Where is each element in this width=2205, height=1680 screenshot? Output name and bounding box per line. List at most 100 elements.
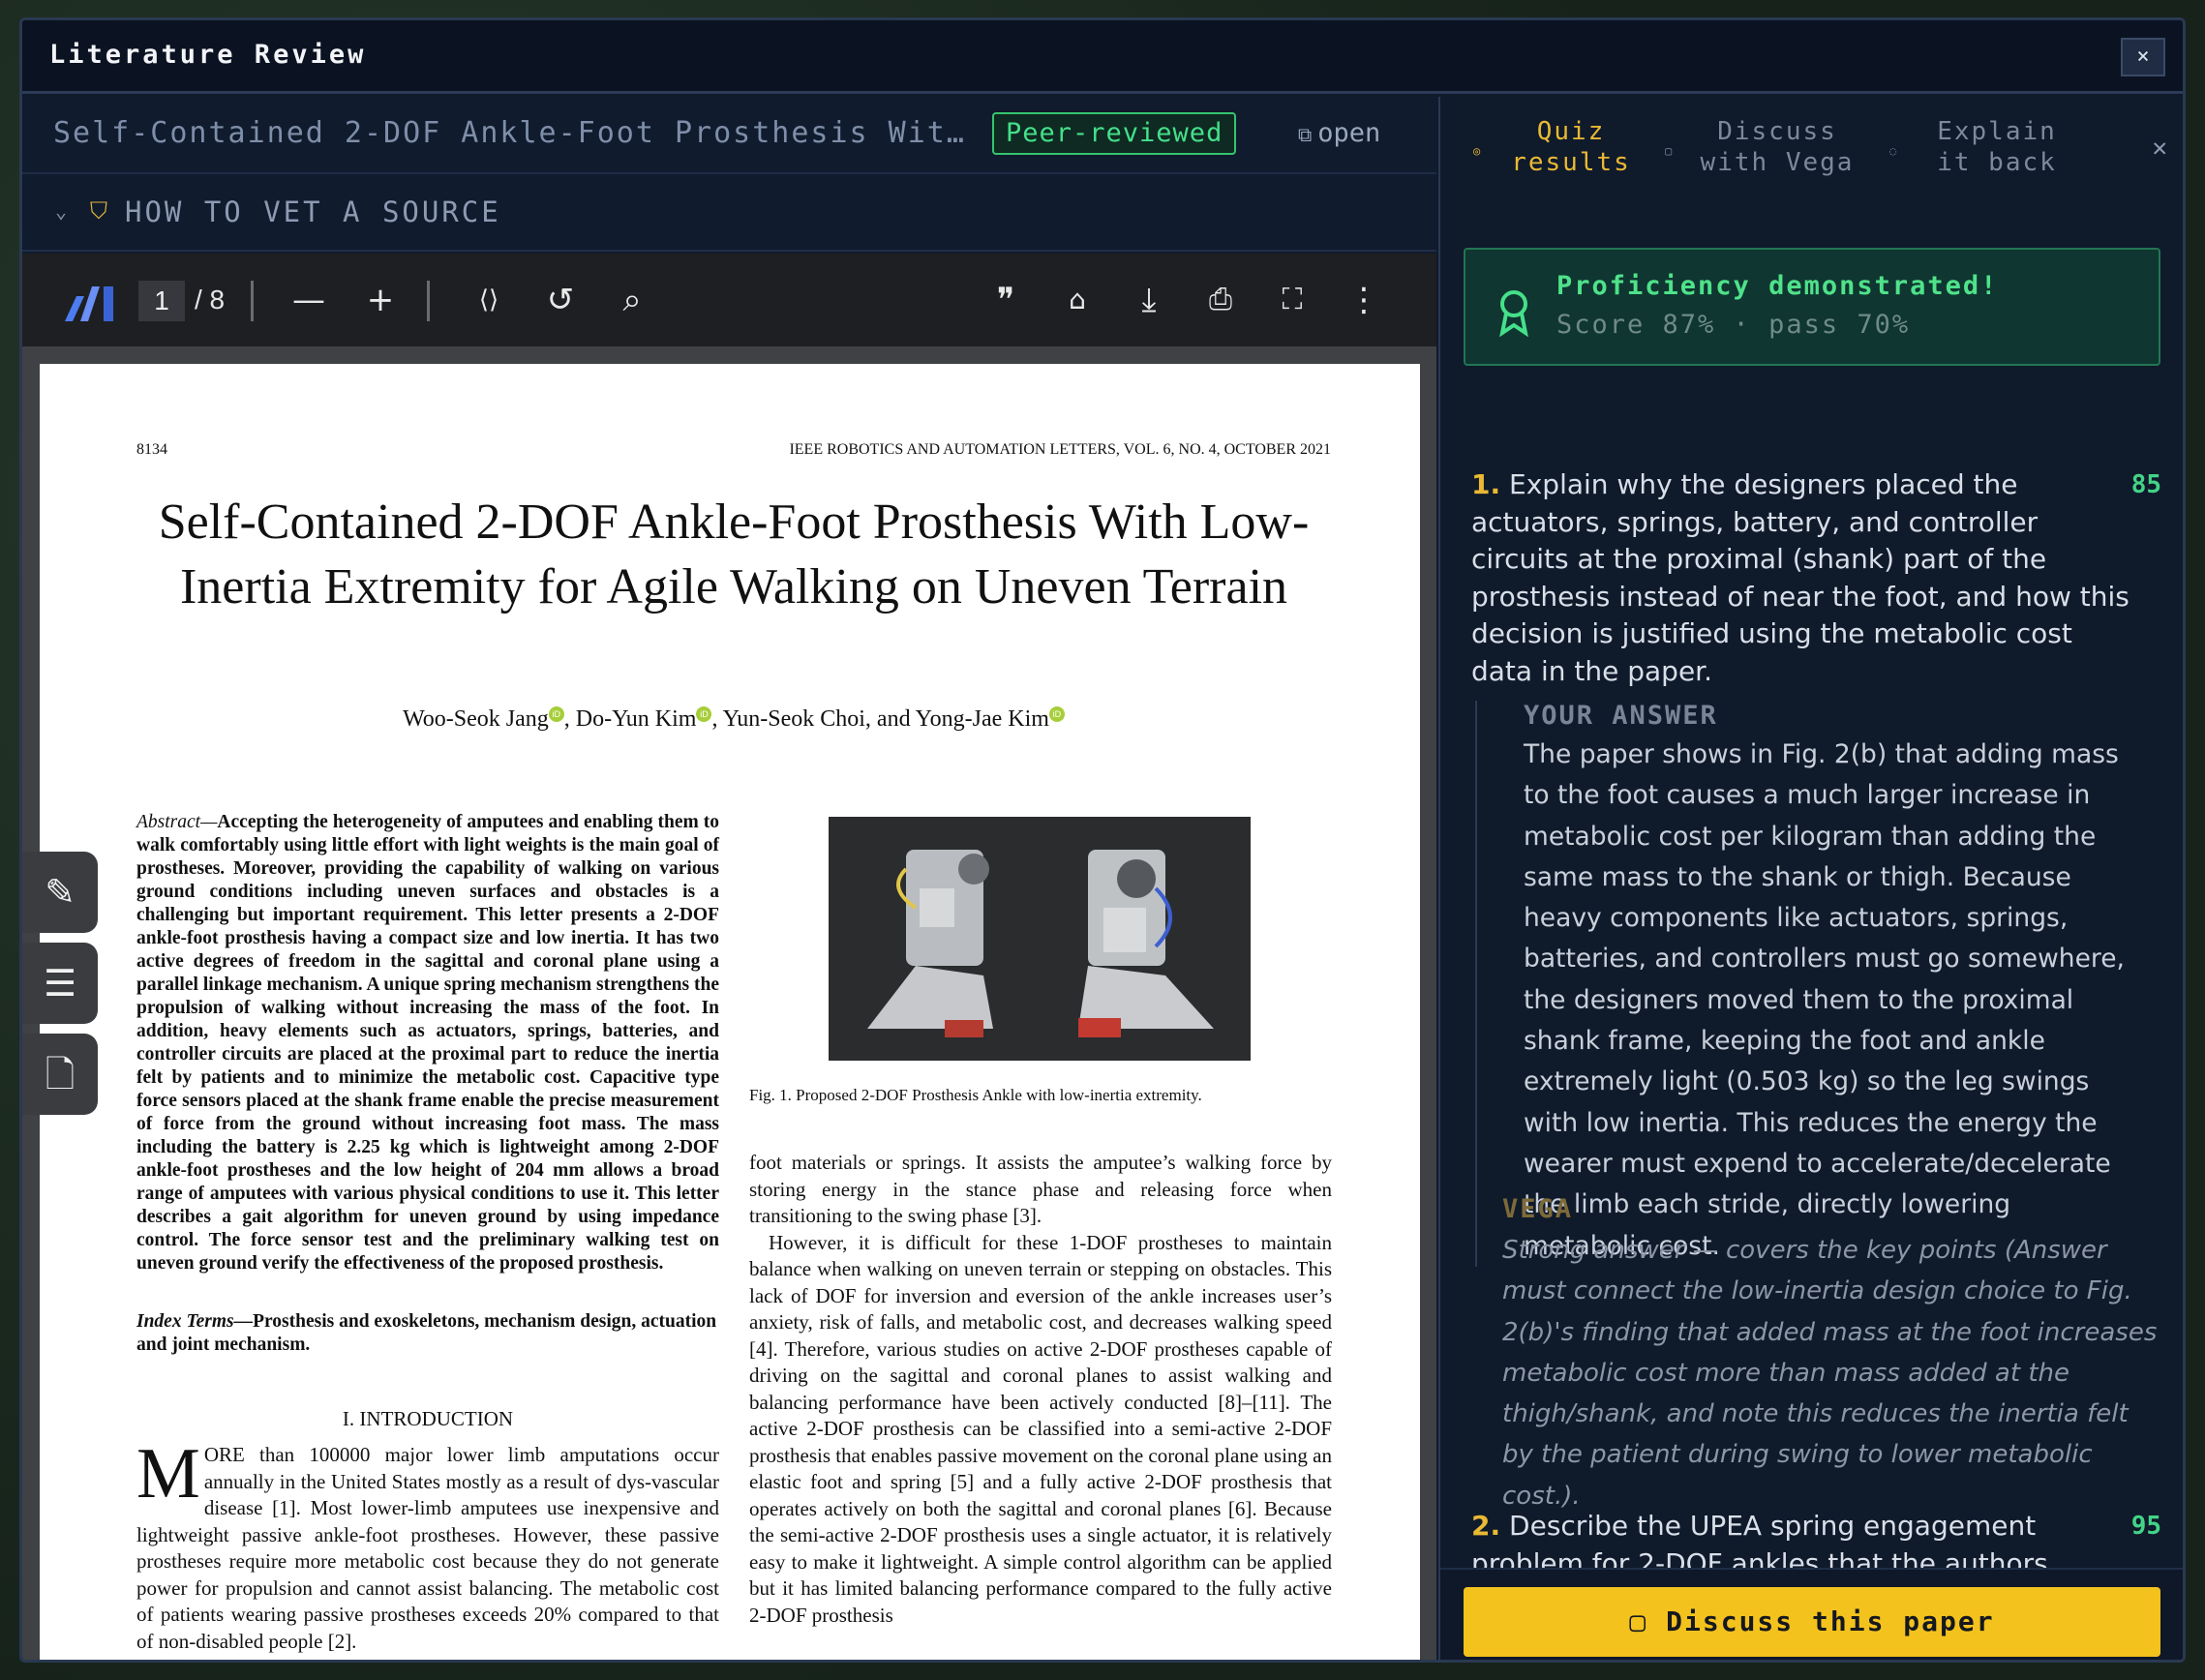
page-total: / 8	[195, 285, 226, 315]
chevron-down-icon: ⌄	[55, 199, 68, 223]
intro-paragraph: M ORE than 100000 major lower limb amputa…	[136, 1434, 719, 1655]
document-icon[interactable]: 🗋	[22, 1034, 98, 1115]
drop-cap: M	[136, 1434, 200, 1514]
chat-icon: ▢	[1629, 1605, 1667, 1637]
bulb-icon: ◌	[1889, 144, 1899, 158]
paper-title: Self-Contained 2-DOF Ankle-Foot Prosthes…	[158, 495, 1310, 615]
outline-list-icon[interactable]: ☰	[22, 943, 98, 1024]
question-text: 1. Explain why the designers placed the …	[1471, 466, 2139, 690]
ribbon-icon: ◎	[1473, 144, 1483, 158]
your-answer-text: The paper shows in Fig. 2(b) that adding…	[1524, 739, 2125, 1261]
abstract-label: Abstract—	[136, 812, 218, 832]
quote-icon[interactable]: ❞	[981, 275, 1031, 325]
orcid-icon[interactable]: iD	[548, 706, 564, 722]
document-title: Self-Contained 2-DOF Ankle-Foot Prosthes…	[53, 116, 966, 150]
pdf-page: 8134 IEEE ROBOTICS AND AUTOMATION LETTER…	[40, 364, 1420, 1660]
your-answer-label: YOUR ANSWER	[1524, 701, 1718, 731]
fullscreen-icon[interactable]: ⛶	[1267, 275, 1317, 325]
more-options-icon[interactable]: ⋮	[1339, 275, 1389, 325]
index-terms-label: Index Terms—	[136, 1311, 254, 1332]
panel-tabs: ◎ Quiz results ▢ Discuss with Vega ◌ Exp…	[1440, 97, 2183, 213]
open-link-label: open	[1317, 118, 1381, 148]
award-icon	[1499, 290, 1528, 337]
peer-reviewed-badge: Peer-reviewed	[992, 112, 1237, 155]
rotate-icon[interactable]: ↺	[535, 275, 586, 325]
cite-hat-icon[interactable]: ⌂	[1052, 275, 1102, 325]
author-name: , Do-Yun Kim	[563, 706, 697, 732]
author-name: , Yun-Seok Choi, and Yong-Jae Kim	[711, 706, 1049, 732]
section-heading: I. INTRODUCTION	[342, 1407, 514, 1430]
tab-label: Discuss with Vega	[1700, 117, 1855, 177]
document-viewer: Self-Contained 2-DOF Ankle-Foot Prosthes…	[22, 97, 1436, 1660]
discuss-paper-button[interactable]: ▢ Discuss this paper	[1464, 1587, 2160, 1657]
paper-abstract: Abstract—Accepting the heterogeneity of …	[136, 811, 719, 1275]
question-number: 2.	[1471, 1510, 1501, 1542]
abstract-text: Accepting the heterogeneity of amputees …	[136, 812, 719, 1274]
zoom-out-icon[interactable]: —	[284, 275, 334, 325]
vega-feedback-block: VEGA Strong answer — covers the key poin…	[1502, 1194, 2160, 1516]
shield-icon: ⛉	[90, 197, 107, 225]
page-number-input[interactable]: 1	[138, 281, 185, 321]
fit-width-icon[interactable]: ⟨⟩	[464, 275, 514, 325]
proficiency-banner: Proficiency demonstrated! Score 87% · pa…	[1464, 248, 2160, 366]
question-item: 2. Describe the UPEA spring engagement p…	[1471, 1508, 2139, 1568]
toolbar-divider	[251, 281, 254, 321]
paragraph: However, it is difficult for these 1-DOF…	[749, 1230, 1332, 1627]
right-column-text: foot materials or springs. It assists th…	[749, 1150, 1332, 1629]
title-bar: Literature Review ×	[22, 20, 2183, 94]
tab-label: Explain it back	[1937, 117, 2057, 177]
close-panel-icon[interactable]: ✕	[2152, 134, 2167, 163]
question-text: 2. Describe the UPEA spring engagement p…	[1471, 1508, 2139, 1568]
proficiency-heading: Proficiency demonstrated!	[1556, 271, 1999, 301]
print-icon[interactable]: ⎙	[1195, 275, 1246, 325]
app-logo-icon	[65, 286, 113, 321]
paper-journal-header: IEEE ROBOTICS AND AUTOMATION LETTERS, VO…	[789, 441, 1331, 458]
vet-source-label: HOW TO VET A SOURCE	[125, 195, 501, 228]
paper-authors: Woo-Seok Jang iD, Do-Yun Kim iD, Yun-Seok …	[136, 706, 1331, 733]
external-link-icon: ⧉	[1298, 123, 1313, 146]
intro-text: ORE than 100000 major lower limb amputat…	[136, 1443, 719, 1653]
panel-footer: ▢ Discuss this paper	[1440, 1568, 2183, 1660]
question-number: 1.	[1471, 468, 1501, 500]
download-icon[interactable]: ⤓	[1124, 275, 1174, 325]
proficiency-score: Score 87% · pass 70%	[1556, 310, 1911, 340]
vega-feedback-text: Strong answer — covers the key points (A…	[1502, 1236, 2158, 1511]
figure-1-image	[829, 817, 1251, 1061]
question-body: Describe the UPEA spring engagement prob…	[1471, 1510, 2048, 1568]
orcid-icon[interactable]: iD	[696, 706, 712, 722]
paper-index-terms: Index Terms—Prosthesis and exoskeletons,…	[136, 1310, 719, 1357]
pdf-toolbar: 1 / 8 — + ⟨⟩ ↺ ⌕ ❞ ⌂ ⤓ ⎙ ⛶ ⋮	[22, 254, 1436, 346]
prosthesis-photo-left	[867, 850, 993, 1037]
tab-label: Quiz results	[1511, 117, 1631, 177]
orcid-icon[interactable]: iD	[1048, 706, 1065, 722]
question-body: Explain why the designers placed the act…	[1471, 468, 2129, 687]
search-icon[interactable]: ⌕	[607, 275, 657, 325]
study-panel: ◎ Quiz results ▢ Discuss with Vega ◌ Exp…	[1438, 97, 2183, 1660]
paragraph: foot materials or springs. It assists th…	[749, 1151, 1332, 1227]
prosthesis-photo-right	[1078, 850, 1214, 1037]
chat-icon: ▢	[1665, 144, 1675, 158]
zoom-in-icon[interactable]: +	[355, 275, 406, 325]
window-title: Literature Review	[49, 40, 367, 70]
open-link[interactable]: ⧉ open	[1298, 118, 1380, 148]
paper-page-number: 8134	[136, 441, 167, 458]
figure-caption: Fig. 1. Proposed 2-DOF Prosthesis Ankle …	[749, 1086, 1202, 1104]
pdf-canvas[interactable]: 8134 IEEE ROBOTICS AND AUTOMATION LETTER…	[22, 346, 1436, 1660]
tab-discuss-with-vega[interactable]: ▢ Discuss with Vega	[1665, 116, 1864, 178]
discuss-paper-label: Discuss this paper	[1666, 1605, 1995, 1637]
literature-review-window: Literature Review × Self-Contained 2-DOF…	[19, 17, 2186, 1663]
toolbar-divider	[427, 281, 430, 321]
quiz-results-list[interactable]: 1. Explain why the designers placed the …	[1440, 377, 2183, 1568]
question-item: 1. Explain why the designers placed the …	[1471, 466, 2139, 690]
question-score: 85	[2130, 470, 2161, 499]
close-window-button[interactable]: ×	[2121, 38, 2165, 76]
document-header: Self-Contained 2-DOF Ankle-Foot Prosthes…	[22, 97, 1436, 174]
your-answer-block: YOUR ANSWER The paper shows in Fig. 2(b)…	[1475, 701, 2143, 1267]
question-score: 95	[2130, 1512, 2161, 1541]
tab-explain-it-back[interactable]: ◌ Explain it back	[1889, 116, 2079, 178]
tab-quiz-results[interactable]: ◎ Quiz results	[1473, 116, 1644, 178]
vega-feedback-label: VEGA	[1502, 1194, 1574, 1224]
author-name: Woo-Seok Jang	[403, 706, 549, 732]
notes-icon[interactable]: ✎	[22, 852, 98, 933]
vet-source-toggle[interactable]: ⌄ ⛉ HOW TO VET A SOURCE	[22, 176, 1436, 252]
